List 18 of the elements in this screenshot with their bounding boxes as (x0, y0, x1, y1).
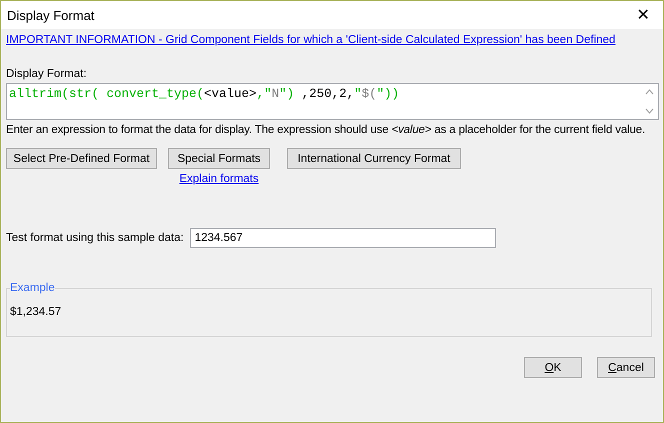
format-button[interactable]: Special Formats (168, 148, 270, 169)
explain-formats-link[interactable]: Explain formats (179, 173, 259, 185)
dialog-button[interactable]: OK (524, 357, 582, 378)
info-link[interactable]: IMPORTANT INFORMATION - Grid Component Fields for which a 'Client-side Calculated Expression' has been Defined (6, 34, 616, 46)
format-button[interactable]: Select Pre-Defined Format (6, 148, 157, 169)
format-button[interactable]: International Currency Format (287, 148, 461, 169)
expression-editor[interactable]: alltrim(str( convert_type(<value>,"N") ,250,2,"$(")) (6, 83, 659, 120)
sample-input[interactable]: 1234.567 (190, 228, 496, 248)
example-value: $1,234.57 (10, 306, 62, 318)
display-format-label: Display Format: (6, 68, 88, 80)
sample-label: Test format using this sample data: (6, 232, 184, 244)
scroll-up-icon[interactable] (645, 89, 654, 95)
hint-text: Enter an expression to format the data for display. The expression should use <value> as a placeholder for the current field value. (6, 124, 646, 136)
example-legend: Example (10, 282, 55, 294)
window-title: Display Format (7, 8, 94, 22)
dialog-button[interactable]: Cancel (597, 357, 655, 378)
close-button[interactable]: ✕ (623, 1, 663, 29)
scroll-down-icon[interactable] (645, 108, 654, 114)
